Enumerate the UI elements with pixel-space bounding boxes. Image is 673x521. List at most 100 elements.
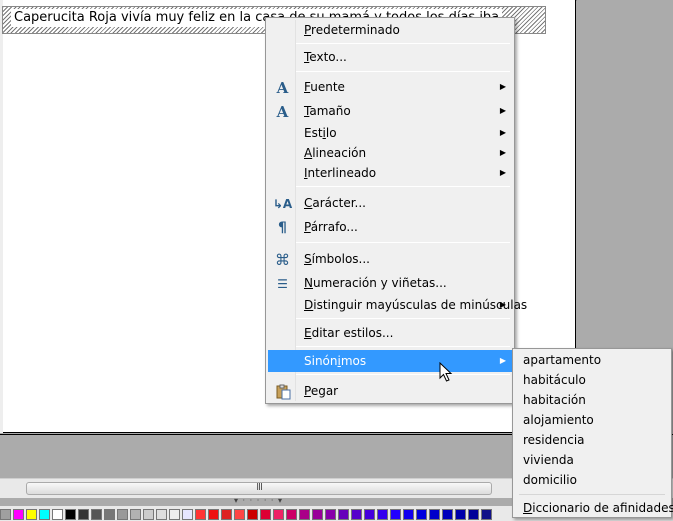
menu-item-label: Párrafo...: [304, 220, 358, 234]
color-swatch[interactable]: [260, 509, 271, 520]
menu-item-estilo[interactable]: Estilo ▶: [268, 122, 512, 144]
menu-item-label: Distinguir mayúsculas de minúsculas: [304, 298, 528, 312]
resize-handle-dots[interactable]: ▾ · · · · · ▾: [234, 496, 283, 505]
color-swatch[interactable]: [0, 509, 11, 520]
submenu-arrow-icon: ▶: [499, 148, 506, 157]
color-swatch[interactable]: [52, 509, 63, 520]
menu-separator: [296, 318, 510, 319]
color-swatch[interactable]: [364, 509, 375, 520]
menu-item-interlineado[interactable]: Interlineado ▶: [268, 162, 512, 184]
color-swatch[interactable]: [247, 509, 258, 520]
font-size-icon: A: [276, 102, 289, 121]
menu-item-label: Texto...: [304, 50, 347, 64]
color-swatch[interactable]: [338, 509, 349, 520]
symbols-icon: ⌘: [275, 250, 290, 269]
menu-item-sinonimos[interactable]: Sinónimos ▶: [268, 350, 512, 372]
color-swatch[interactable]: [143, 509, 154, 520]
menu-separator: [296, 346, 510, 347]
color-swatch[interactable]: [416, 509, 427, 520]
menu-item-label: Interlineado: [304, 166, 377, 180]
synonyms-submenu: apartamento habitáculo habitación alojam…: [512, 348, 673, 518]
color-swatch[interactable]: [65, 509, 76, 520]
menu-item-caracter[interactable]: ↳A Carácter...: [268, 192, 512, 214]
color-swatch[interactable]: [195, 509, 206, 520]
color-swatch[interactable]: [468, 509, 479, 520]
submenu-arrow-icon: ▶: [499, 300, 506, 309]
scrollbar-grip: III: [256, 482, 263, 493]
submenu-arrow-icon: ▶: [499, 168, 506, 177]
color-swatch[interactable]: [39, 509, 50, 520]
color-swatch[interactable]: [299, 509, 310, 520]
menu-item-label: Editar estilos...: [304, 326, 394, 340]
paragraph-icon: ¶: [278, 219, 287, 236]
menu-item-label: Fuente: [304, 80, 345, 94]
menu-item-distinguir-mayusculas[interactable]: Distinguir mayúsculas de minúsculas ▶: [268, 294, 527, 316]
color-swatch[interactable]: [377, 509, 388, 520]
menu-item-alineacion[interactable]: Alineación ▶: [268, 142, 512, 164]
menu-separator: [296, 71, 510, 72]
thesaurus-item[interactable]: Diccionario de afinidades: [515, 498, 673, 518]
color-swatch[interactable]: [13, 509, 24, 520]
synonym-item[interactable]: vivienda: [515, 450, 669, 470]
submenu-separator: [519, 494, 665, 495]
menu-item-pegar[interactable]: Pegar: [268, 380, 512, 402]
mouse-cursor-icon: [439, 362, 453, 382]
menu-item-label: Estilo: [304, 126, 337, 140]
color-swatch[interactable]: [130, 509, 141, 520]
paste-icon: [274, 383, 291, 400]
menu-separator: [296, 186, 510, 187]
menu-item-label: Carácter...: [304, 196, 366, 210]
color-swatch[interactable]: [221, 509, 232, 520]
menu-item-label: Predeterminado: [304, 23, 400, 37]
menu-item-tamano[interactable]: A Tamaño ▶: [268, 100, 512, 122]
context-menu: Predeterminado Texto... A Fuente ▶ A Tam…: [265, 17, 527, 404]
color-swatch[interactable]: [273, 509, 284, 520]
synonym-item[interactable]: residencia: [515, 430, 669, 450]
synonym-item[interactable]: apartamento: [515, 350, 669, 370]
menu-item-numeracion[interactable]: ☰ Numeración y viñetas...: [268, 272, 512, 294]
color-swatch[interactable]: [169, 509, 180, 520]
color-swatch[interactable]: [455, 509, 466, 520]
synonym-item[interactable]: habitación: [515, 390, 669, 410]
menu-item-label: Numeración y viñetas...: [304, 276, 447, 290]
menu-item-parrafo[interactable]: ¶ Párrafo...: [268, 216, 512, 238]
menu-item-fuente[interactable]: A Fuente ▶: [268, 76, 512, 98]
synonym-item[interactable]: habitáculo: [515, 370, 669, 390]
color-swatch[interactable]: [390, 509, 401, 520]
color-swatch[interactable]: [429, 509, 440, 520]
color-swatch[interactable]: [208, 509, 219, 520]
bullets-icon: ☰: [277, 276, 288, 291]
menu-item-label: Tamaño: [304, 104, 351, 118]
color-swatch[interactable]: [26, 509, 37, 520]
color-swatch[interactable]: [286, 509, 297, 520]
color-swatch[interactable]: [481, 509, 492, 520]
menu-item-label: Alineación: [304, 146, 367, 160]
menu-item-editar-estilos[interactable]: Editar estilos...: [268, 322, 512, 344]
menu-item-predeterminado[interactable]: Predeterminado: [268, 19, 512, 41]
submenu-arrow-icon: ▶: [499, 356, 506, 365]
menu-separator: [296, 374, 510, 375]
font-icon: A: [276, 78, 289, 97]
submenu-arrow-icon: ▶: [499, 128, 506, 137]
scrollbar-thumb[interactable]: III: [26, 482, 492, 495]
color-swatch[interactable]: [442, 509, 453, 520]
color-swatch[interactable]: [91, 509, 102, 520]
color-swatch[interactable]: [351, 509, 362, 520]
color-swatch[interactable]: [403, 509, 414, 520]
menu-item-texto[interactable]: Texto...: [268, 46, 512, 68]
synonym-item[interactable]: domicilio: [515, 470, 669, 490]
menu-item-label: Sinónimos: [304, 354, 367, 368]
color-swatch[interactable]: [117, 509, 128, 520]
color-swatch[interactable]: [312, 509, 323, 520]
color-swatch[interactable]: [78, 509, 89, 520]
color-swatch[interactable]: [182, 509, 193, 520]
synonym-item[interactable]: alojamiento: [515, 410, 669, 430]
color-swatch[interactable]: [234, 509, 245, 520]
color-swatch[interactable]: [156, 509, 167, 520]
menu-item-simbolos[interactable]: ⌘ Símbolos...: [268, 248, 512, 270]
color-swatch[interactable]: [325, 509, 336, 520]
submenu-arrow-icon: ▶: [499, 82, 506, 91]
character-icon: ↳A: [272, 196, 293, 211]
color-swatch[interactable]: [104, 509, 115, 520]
menu-separator: [296, 242, 510, 243]
